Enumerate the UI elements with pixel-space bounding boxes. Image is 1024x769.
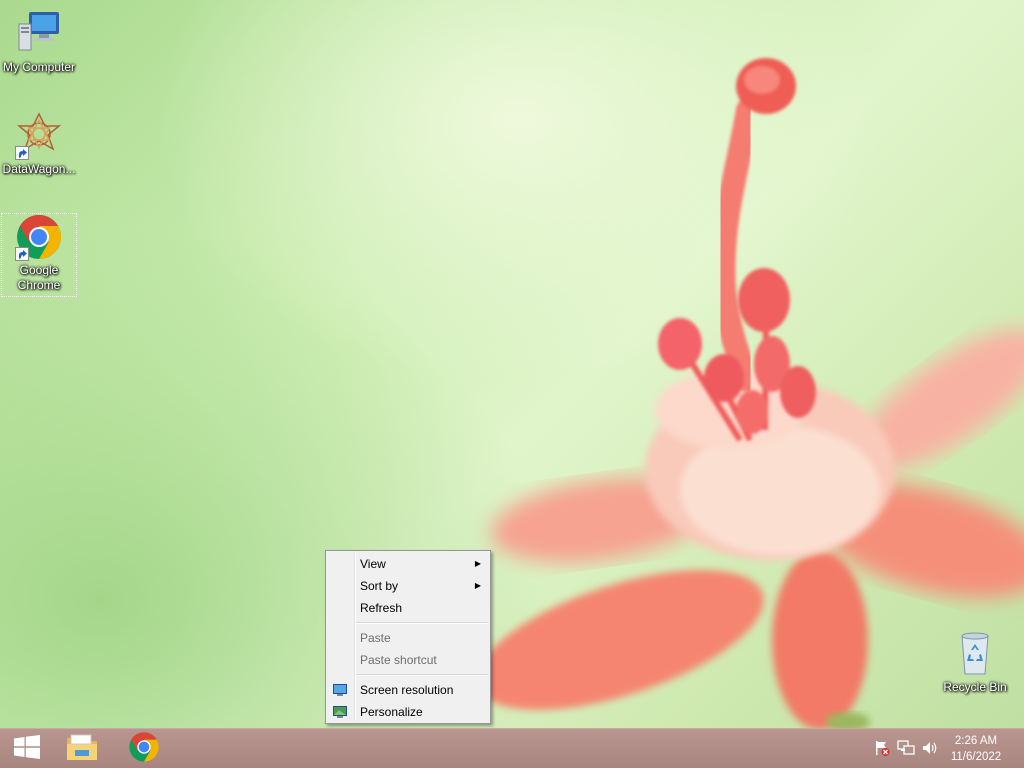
start-button[interactable] bbox=[0, 729, 54, 769]
windows-start-icon bbox=[13, 734, 41, 764]
personalize-icon bbox=[332, 704, 348, 720]
submenu-arrow-icon: ▶ bbox=[474, 559, 481, 568]
desktop-icon-datawagon[interactable]: DataWagon... bbox=[1, 112, 77, 177]
taskbar-file-explorer[interactable] bbox=[54, 729, 110, 769]
taskbar-google-chrome[interactable] bbox=[116, 729, 172, 769]
clock-date: 11/6/2022 bbox=[950, 751, 1002, 763]
desktop-icon-label: DataWagon... bbox=[2, 162, 76, 176]
menu-item-label: Refresh bbox=[360, 601, 403, 615]
desktop-context-menu: View ▶ Sort by ▶ Refresh Paste Paste sho… bbox=[325, 550, 491, 724]
recycle-bin-icon bbox=[951, 630, 999, 678]
chrome-icon bbox=[15, 213, 63, 261]
desktop-icon-label: Recycle Bin bbox=[943, 680, 1007, 694]
menu-item-label: View bbox=[360, 557, 386, 571]
menu-item-label: Personalize bbox=[360, 705, 423, 719]
menu-item-label: Screen resolution bbox=[360, 683, 454, 697]
desktop-icon-recycle-bin[interactable]: Recycle Bin bbox=[937, 630, 1013, 695]
desktop-icon-google-chrome[interactable]: Google Chrome bbox=[1, 213, 77, 297]
chrome-icon bbox=[128, 731, 160, 768]
shortcut-arrow-icon bbox=[15, 247, 29, 261]
volume-icon[interactable] bbox=[921, 739, 939, 757]
menu-item-view[interactable]: View ▶ bbox=[326, 553, 490, 575]
menu-item-screen-resolution[interactable]: Screen resolution bbox=[326, 679, 490, 701]
menu-item-paste: Paste bbox=[326, 627, 490, 649]
menu-item-label: Paste shortcut bbox=[360, 653, 437, 667]
action-center-flag-icon[interactable] bbox=[873, 739, 891, 757]
network-icon[interactable] bbox=[897, 739, 915, 757]
menu-item-refresh[interactable]: Refresh bbox=[326, 597, 490, 619]
menu-item-sort-by[interactable]: Sort by ▶ bbox=[326, 575, 490, 597]
screen-resolution-icon bbox=[332, 682, 348, 698]
desktop-icon-label: Google Chrome bbox=[17, 263, 61, 292]
computer-icon bbox=[15, 10, 63, 58]
datawagon-icon bbox=[15, 112, 63, 160]
desktop-icon-my-computer[interactable]: My Computer bbox=[1, 10, 77, 75]
desktop-wallpaper[interactable] bbox=[0, 0, 1024, 728]
taskbar: 2:26 AM 11/6/2022 bbox=[0, 728, 1024, 768]
menu-separator bbox=[356, 674, 488, 676]
taskbar-clock[interactable]: 2:26 AM 11/6/2022 bbox=[946, 733, 1006, 765]
menu-item-personalize[interactable]: Personalize bbox=[326, 701, 490, 723]
clock-time: 2:26 AM bbox=[954, 735, 998, 747]
menu-item-paste-shortcut: Paste shortcut bbox=[326, 649, 490, 671]
file-explorer-icon bbox=[65, 732, 99, 767]
shortcut-arrow-icon bbox=[15, 146, 29, 160]
menu-separator bbox=[356, 622, 488, 624]
flower-wallpaper-art bbox=[476, 58, 1024, 728]
desktop-icon-label: My Computer bbox=[2, 60, 76, 74]
submenu-arrow-icon: ▶ bbox=[474, 581, 481, 590]
menu-item-label: Paste bbox=[360, 631, 391, 645]
menu-item-label: Sort by bbox=[360, 579, 399, 593]
